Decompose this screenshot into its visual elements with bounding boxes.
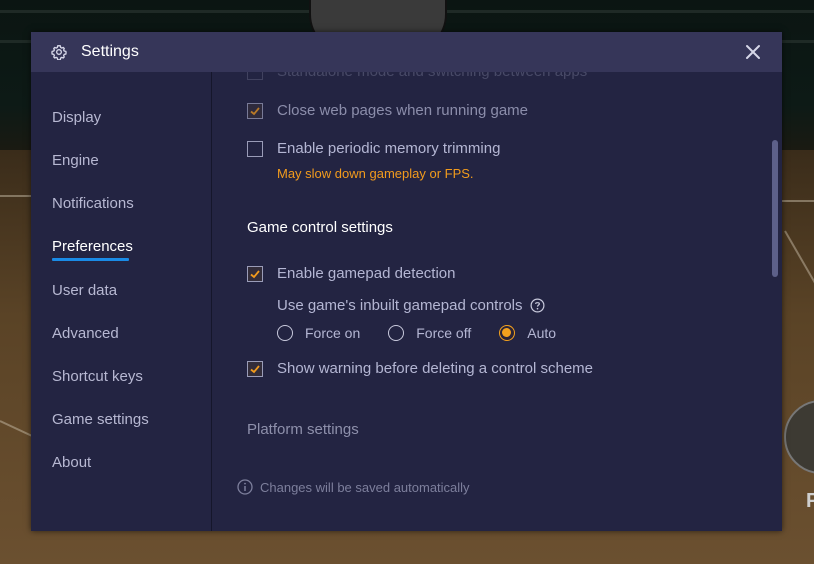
memory-trimming-warning: May slow down gameplay or FPS. [277,166,474,181]
checkmark-icon [250,364,260,373]
sidebar-item-advanced[interactable]: Advanced [52,325,119,342]
scrollbar-thumb[interactable] [772,140,778,277]
settings-dialog: Settings Display Engine Notifications Pr… [31,32,782,531]
option-gamepad-detection: Enable gamepad detection [247,265,455,282]
radio-button-selected[interactable] [499,325,516,341]
radio-auto[interactable]: Auto [499,325,556,341]
radio-label: Force off [416,325,472,341]
inbuilt-controls-label: Use game's inbuilt gamepad controls [277,297,545,314]
settings-sidebar: Display Engine Notifications Preferences… [31,72,212,531]
option-label: Enable periodic memory trimming [277,140,501,157]
help-circle-icon[interactable] [530,298,545,313]
badge-letter: P [806,490,814,512]
option-label: Close web pages when running game [277,102,528,119]
info-icon [237,479,253,495]
option-memory-trimming: Enable periodic memory trimming [247,140,500,157]
platform-settings-heading: Platform settings [247,421,359,438]
sidebar-item-preferences[interactable]: Preferences [52,238,133,255]
delete-warning-checkbox[interactable] [247,360,263,377]
option-delete-warning: Show warning before deleting a control s… [247,360,593,377]
radio-force-on[interactable]: Force on [277,325,360,341]
content-scrollbar[interactable] [772,140,778,277]
close-icon[interactable] [744,43,762,61]
checkmark-icon [250,106,260,115]
gamepad-detection-checkbox[interactable] [247,265,263,282]
preferences-panel: Standalone mode and switching between ap… [212,72,782,531]
game-control-heading: Game control settings [247,219,393,236]
close-web-pages-checkbox[interactable] [247,102,263,119]
option-label: Standalone mode and switching between ap… [277,72,587,80]
window-title: Settings [81,43,139,60]
radio-label: Force on [305,325,361,341]
sidebar-item-shortcut-keys[interactable]: Shortcut keys [52,368,143,385]
title-bar: Settings [31,32,782,72]
option-standalone-mode: Standalone mode and switching between ap… [247,72,587,80]
sidebar-item-display[interactable]: Display [52,109,101,126]
autosave-text: Changes will be saved automatically [260,479,470,495]
radio-force-off[interactable]: Force off [388,325,471,341]
option-label: Show warning before deleting a control s… [277,360,594,377]
sidebar-item-engine[interactable]: Engine [52,152,99,169]
inbuilt-controls-radio-group: Force on Force off Auto [277,325,584,341]
inbuilt-controls-text: Use game's inbuilt gamepad controls [277,297,523,314]
standalone-checkbox[interactable] [247,72,263,80]
active-tab-indicator [52,258,129,261]
sidebar-item-about[interactable]: About [52,454,91,471]
gear-icon [51,44,67,60]
autosave-note: Changes will be saved automatically [237,479,470,495]
option-label: Enable gamepad detection [277,265,456,282]
checkmark-icon [250,269,260,278]
sidebar-item-user-data[interactable]: User data [52,282,117,299]
radio-button[interactable] [388,325,405,341]
sidebar-item-notifications[interactable]: Notifications [52,195,134,212]
court-line [782,200,814,202]
memory-trimming-checkbox[interactable] [247,140,263,157]
option-close-web-pages: Close web pages when running game [247,102,528,119]
radio-button[interactable] [277,325,293,341]
sidebar-item-game-settings[interactable]: Game settings [52,411,149,428]
radio-label: Auto [527,325,557,341]
